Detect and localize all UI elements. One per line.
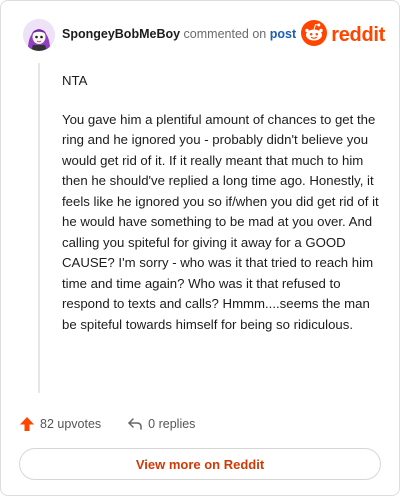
comment-paragraph: NTA [62,73,88,88]
reddit-snoo-icon [301,19,328,51]
reply-arrow-icon [127,416,143,432]
comment-paragraph: You gave him a plentiful amount of chanc… [62,111,379,332]
user-avatar[interactable] [23,19,55,51]
username-link[interactable]: SpongeyBobMeBoy [62,27,180,41]
action-text: commented on [183,27,267,41]
upvote-arrow-icon [19,416,35,432]
view-more-button[interactable]: View more on Reddit [19,448,381,480]
thread-line [38,63,40,393]
upvote-count: 82 upvotes [40,417,102,431]
comment-actions: 82 upvotes 0 replies [19,413,195,435]
comment-body: NTA You gave him a plentiful amount of c… [62,71,380,353]
replies-button[interactable]: 0 replies [127,416,195,432]
embedded-comment-card: SpongeyBobMeBoy commented on post reddit [0,0,400,496]
reddit-wordmark: reddit [331,23,385,46]
comment-header: SpongeyBobMeBoy commented on post reddit [19,15,385,55]
replies-count: 0 replies [148,417,196,431]
comment-byline: SpongeyBobMeBoy commented on post [62,27,296,41]
upvote-button[interactable]: 82 upvotes [19,416,101,432]
reddit-logo[interactable]: reddit [301,18,385,52]
post-link[interactable]: post [270,27,296,41]
